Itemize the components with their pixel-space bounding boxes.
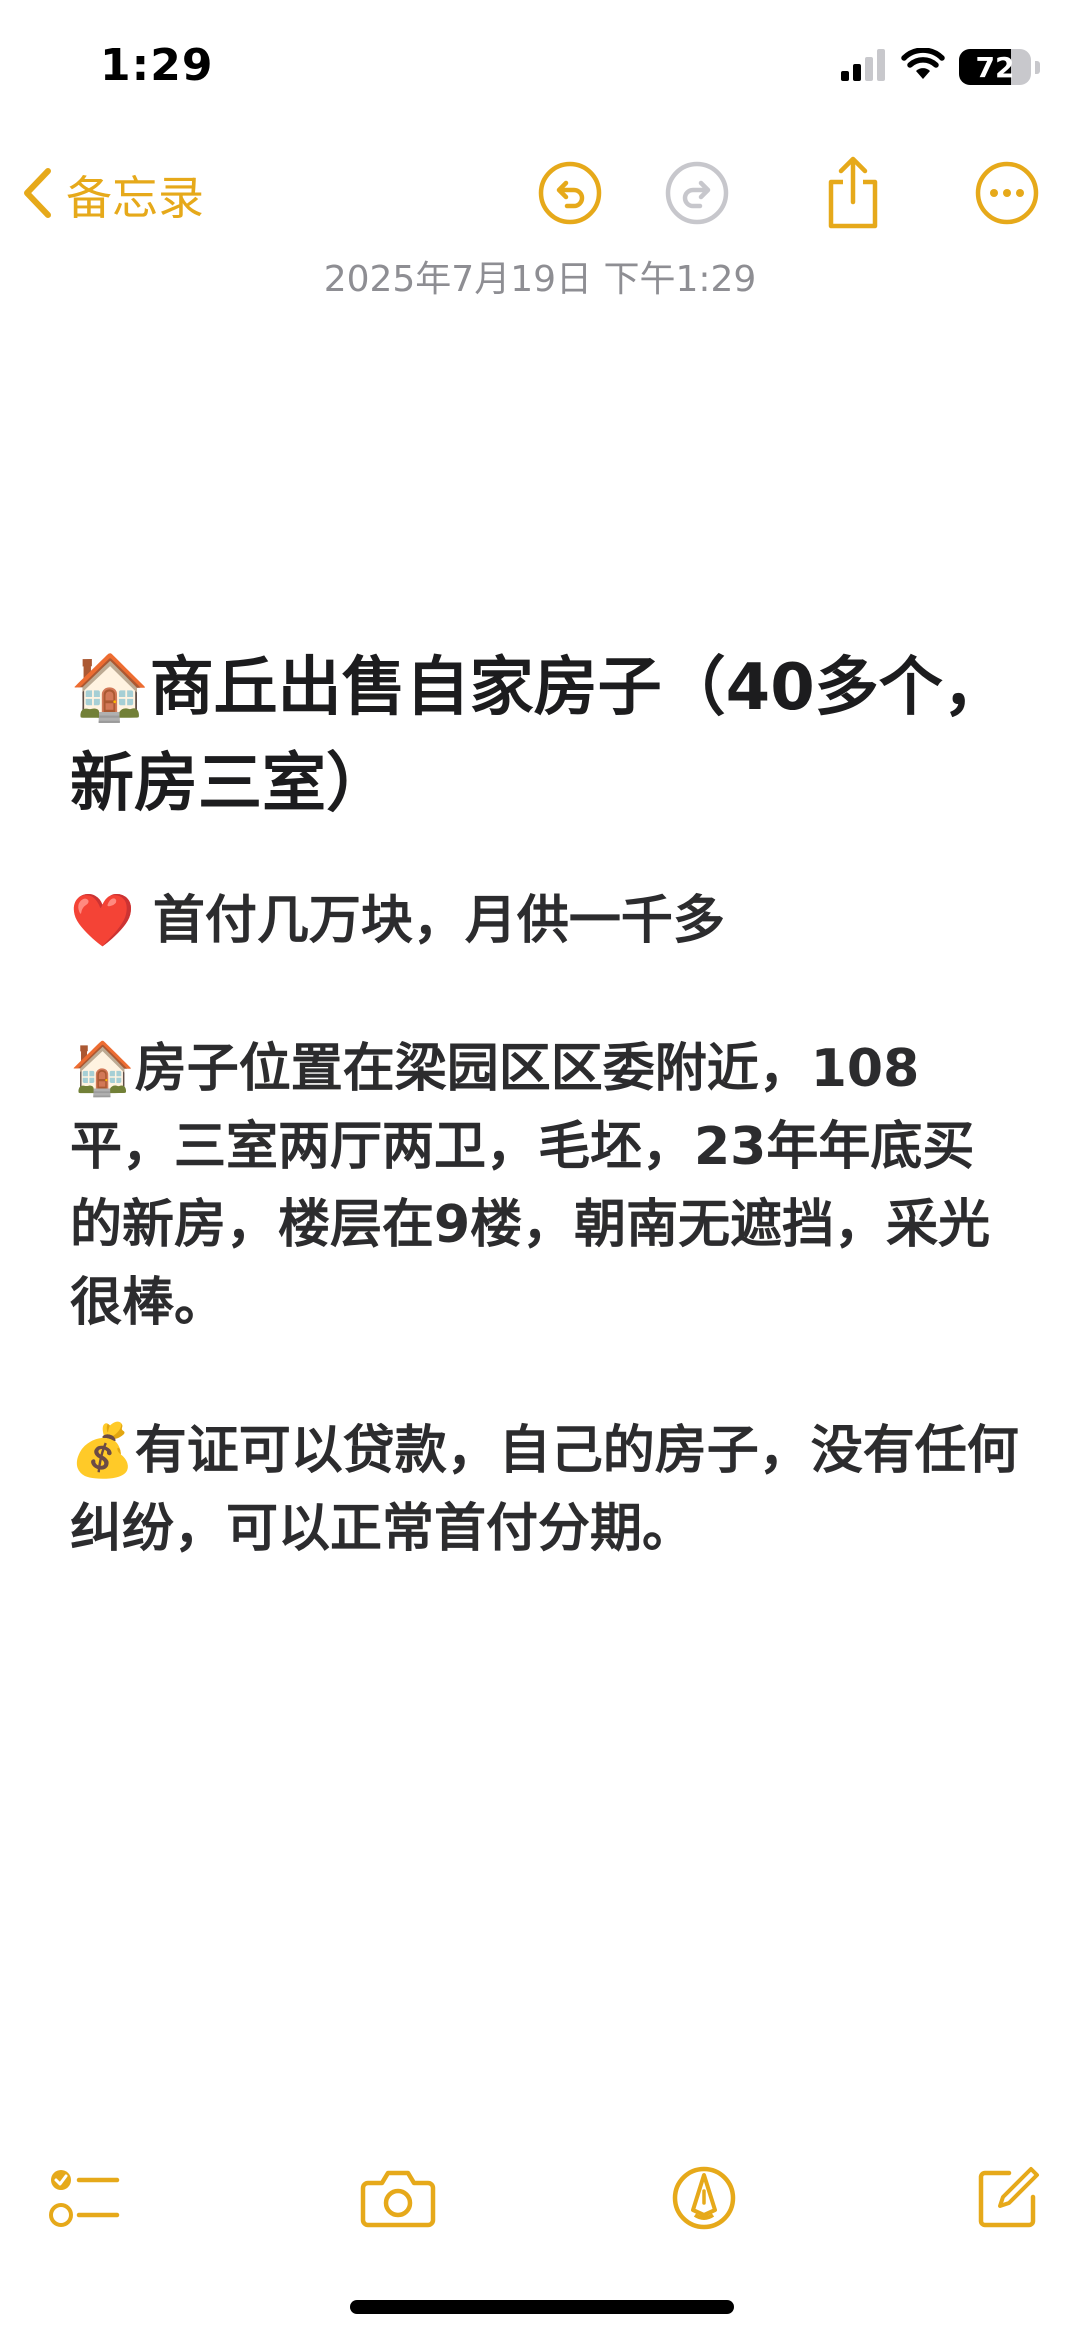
camera-icon [360,2167,436,2233]
bottom-toolbar [0,2150,1080,2250]
cellular-signal-icon [841,49,887,85]
battery-icon: 72 [959,49,1031,85]
ellipsis-circle-icon [974,160,1040,230]
compose-icon [975,2165,1041,2235]
wifi-icon [901,47,945,86]
battery-nub [1035,60,1040,74]
markup-pen-icon [671,2165,737,2235]
compose-button[interactable] [968,2160,1048,2240]
note-paragraph-loan: 💰有证可以贷款，自己的房子，没有任何纠纷，可以正常首付分期。 [70,1421,1019,1559]
home-indicator[interactable] [350,2300,734,2314]
back-button[interactable]: 备忘录 [22,160,204,230]
status-bar: 1:29 72 [0,0,1080,130]
markup-button[interactable] [664,2160,744,2240]
back-label: 备忘录 [66,171,204,225]
share-icon [823,156,883,234]
note-body[interactable]: 🏠商丘出售自家房子（40多个，新房三室） ❤️ 首付几万块，月供一千多 🏠房子位… [70,640,1020,1638]
status-indicators: 72 [841,47,1040,86]
note-paragraph-location: 🏠房子位置在梁园区区委附近，108平，三室两厅两卫，毛坯，23年年底买的新房，楼… [70,1039,991,1333]
undo-button[interactable] [533,158,607,232]
redo-icon [664,160,730,230]
status-time: 1:29 [100,40,214,91]
undo-icon [537,160,603,230]
note-title: 🏠商丘出售自家房子（40多个，新房三室） [70,651,1007,821]
share-button[interactable] [816,156,890,234]
checklist-button[interactable] [45,2160,125,2240]
battery-percentage: 72 [975,50,1015,84]
more-button[interactable] [970,158,1044,232]
checklist-icon [49,2165,121,2235]
note-paragraph-downpayment: ❤️ 首付几万块，月供一千多 [70,891,725,951]
redo-button[interactable] [660,158,734,232]
note-date: 2025年7月19日 下午1:29 [323,259,757,300]
camera-button[interactable] [358,2160,438,2240]
navigation-bar: 备忘录 [0,150,1080,240]
chevron-left-icon [22,167,52,223]
